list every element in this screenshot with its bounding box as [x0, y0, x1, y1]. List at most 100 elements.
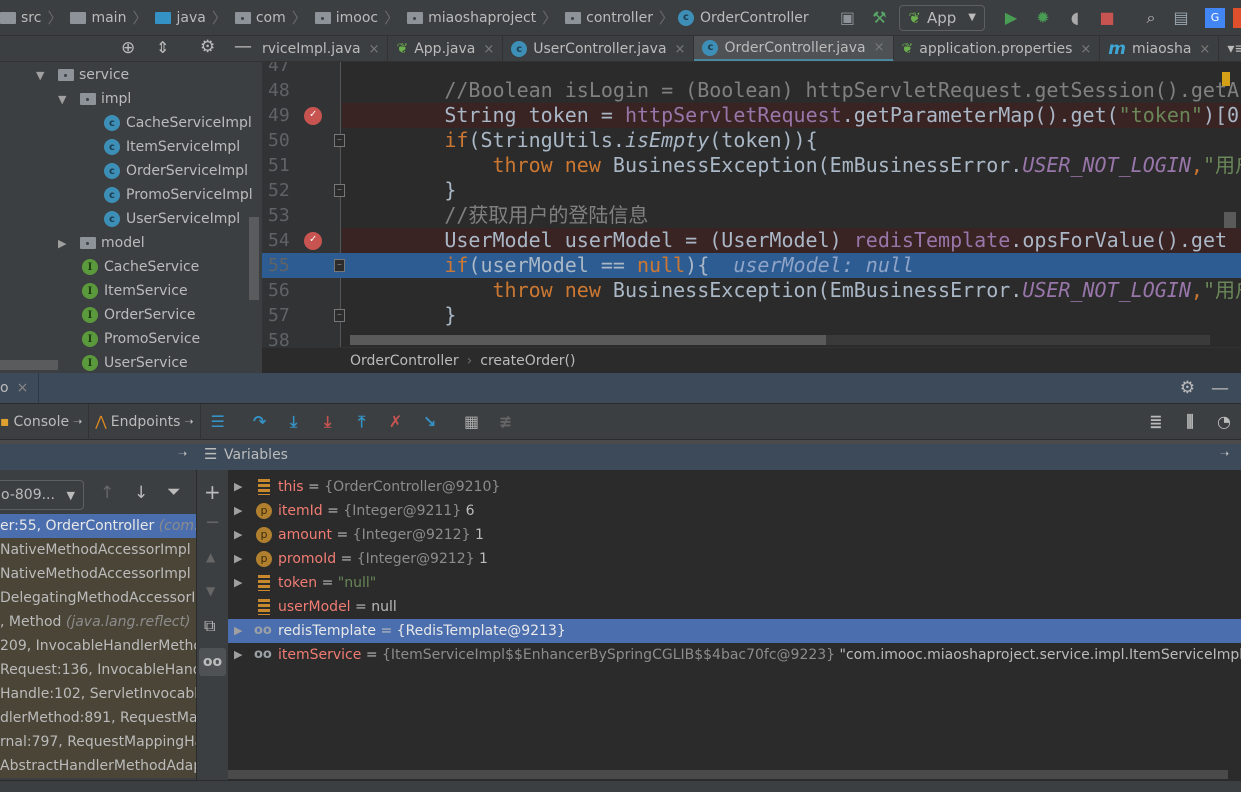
breadcrumb-class[interactable]: OrderController [350, 353, 459, 369]
variable-row[interactable]: ▶ p itemId = {Integer@9211} 6 [228, 499, 1241, 523]
move-up-icon[interactable]: ▲ [206, 550, 215, 564]
breakpoint-icon[interactable]: ✓ [304, 107, 322, 125]
filter-icon[interactable]: ⏷ [167, 482, 181, 502]
expand-arrow-icon[interactable]: ▶ [234, 499, 242, 523]
duplicate-watch-icon[interactable]: ⧉ [204, 616, 215, 636]
stack-frame[interactable]: AbstractHandlerMethodAdapter [0, 754, 196, 778]
trace-stream-icon[interactable]: ≢ [489, 404, 523, 440]
tree-item[interactable]: I OrderService [82, 303, 196, 327]
stack-frame[interactable]: 209, InvocableHandlerMethod [0, 634, 196, 658]
tree-horizontal-scrollbar[interactable] [0, 360, 58, 370]
breadcrumb-method[interactable]: createOrder() [480, 353, 575, 369]
tree-item[interactable]: I ItemService [82, 279, 188, 303]
editor-tab[interactable]: c UserController.java × [503, 36, 695, 61]
minimize-icon[interactable]: — [234, 36, 252, 57]
tree-item[interactable]: ▼ service [36, 63, 129, 87]
editor-scrollbar-thumb[interactable] [350, 335, 826, 345]
run-icon[interactable]: ▶ [999, 6, 1023, 30]
build-hammer-icon[interactable]: ⚒ [867, 6, 891, 30]
stack-frame[interactable]: NativeMethodAccessorImpl (sun [0, 562, 196, 586]
fold-marker-icon[interactable]: − [334, 134, 345, 147]
breadcrumb-item[interactable]: com [231, 10, 286, 26]
tab-overflow-button[interactable]: ▾≡4 [1219, 36, 1241, 61]
stop-icon[interactable]: ■ [1095, 6, 1119, 30]
drop-frame-icon[interactable]: ✗ [379, 404, 413, 440]
restore-layout-icon[interactable]: ≣ [1139, 404, 1173, 440]
editor-tab[interactable]: m miaosha × [1100, 36, 1220, 61]
breadcrumb-item[interactable]: main [66, 10, 126, 26]
editor-tab[interactable]: ❦ App.java × [388, 36, 504, 61]
project-structure-icon[interactable]: ▤ [1169, 6, 1193, 30]
close-icon[interactable]: × [874, 40, 885, 55]
stack-frame[interactable]: NativeMethodAccessorImpl [0, 538, 196, 562]
expand-arrow-icon[interactable]: ▶ [234, 475, 242, 499]
close-icon[interactable]: × [675, 42, 686, 57]
gear-icon[interactable]: ⚙ [200, 37, 215, 57]
breadcrumb-item[interactable]: java [151, 10, 206, 26]
expanded-arrow-icon[interactable]: ▼ [58, 93, 76, 106]
minimize-icon[interactable]: — [1211, 378, 1229, 399]
previous-frame-icon[interactable]: ↑ [100, 483, 114, 503]
collapsed-arrow-icon[interactable]: ▶ [58, 237, 76, 250]
step-over-icon[interactable]: ↷ [243, 404, 277, 440]
expand-arrow-icon[interactable]: ▶ [234, 547, 242, 571]
fold-marker-icon[interactable]: − [334, 184, 345, 197]
tree-item[interactable]: c OrderServiceImpl [104, 159, 248, 183]
breadcrumb-item[interactable]: controller [561, 10, 653, 26]
add-watch-icon[interactable]: + [204, 480, 221, 504]
locate-icon[interactable]: ⊕ [121, 38, 135, 58]
stack-frame[interactable]: DelegatingMethodAccessorImpl [0, 586, 196, 610]
variables-horizontal-scrollbar[interactable] [228, 770, 1228, 779]
variable-row[interactable]: ▶ p amount = {Integer@9212} 1 [228, 523, 1241, 547]
endpoints-tab[interactable]: ⋀ Endpoints ➝ [89, 403, 201, 440]
expand-arrow-icon[interactable]: ▶ [234, 571, 242, 595]
collapse-all-icon[interactable]: ⇕ [156, 38, 169, 57]
plugin-icon[interactable] [1233, 7, 1241, 28]
debug-bug-icon[interactable]: ✹ [1031, 6, 1055, 30]
expand-arrow-icon[interactable]: ▶ [234, 619, 242, 643]
close-icon[interactable]: × [17, 380, 29, 396]
stack-frame[interactable]: dlerMethod:891, RequestMappingHandlerAda… [0, 706, 196, 730]
tree-item[interactable]: I UserService [82, 351, 188, 373]
pin-icon[interactable]: ➝ [1220, 447, 1229, 460]
search-icon[interactable]: ⌕ [1139, 6, 1163, 30]
editor-tab[interactable]: rviceImpl.java × [262, 36, 389, 61]
fold-marker-icon[interactable]: − [334, 309, 345, 322]
variable-row[interactable]: ▶ p promoId = {Integer@9212} 1 [228, 547, 1241, 571]
terminal-icon[interactable]: ▣ [835, 6, 859, 30]
gear-icon[interactable]: ⚙ [1180, 378, 1195, 398]
translate-icon[interactable]: G [1205, 7, 1225, 28]
stack-frame[interactable]: rnal:797, RequestMappingHandlerAdapter [0, 730, 196, 754]
pin-icon[interactable]: ➝ [73, 415, 82, 428]
run-to-cursor-icon[interactable]: ↘ [413, 404, 447, 440]
debug-session-tab[interactable]: o × [0, 373, 40, 403]
variable-row[interactable]: ▶ this = {OrderController@9210} [228, 475, 1241, 499]
variable-row[interactable]: ▶ oo itemService = {ItemServiceImpl$$Enhan… [228, 643, 1241, 667]
variable-row[interactable]: userModel = null [228, 595, 1241, 619]
console-tab[interactable]: ▪ Console ➝ [0, 403, 90, 440]
tree-item[interactable]: ▼ impl [58, 87, 131, 111]
breadcrumb-item[interactable]: src [0, 10, 41, 26]
stack-frame[interactable]: Request:136, InvocableHandlerMethod [0, 658, 196, 682]
step-into-icon[interactable]: ⤓ [277, 404, 311, 440]
tree-item[interactable]: I PromoService [82, 327, 200, 351]
tree-item[interactable]: I CacheService [82, 255, 199, 279]
tree-item[interactable]: c PromoServiceImpl [104, 183, 253, 207]
breadcrumb-item[interactable]: c OrderController [677, 9, 809, 26]
run-configuration-select[interactable]: ❦ App ▼ [899, 4, 985, 31]
close-icon[interactable]: × [369, 42, 380, 57]
editor-tab[interactable]: c OrderController.java × [694, 36, 894, 61]
step-out-icon[interactable]: ⤒ [345, 404, 379, 440]
run-with-coverage-icon[interactable]: ◖ [1063, 6, 1087, 30]
tree-item[interactable]: c UserServiceImpl [104, 207, 240, 231]
code-editor[interactable]: 47 48 //Boolean isLogin = (Boolean) httpS… [262, 62, 1241, 347]
variable-row[interactable]: ▶ oo redisTemplate = {RedisTemplate@9213} [228, 619, 1241, 643]
close-icon[interactable]: × [1080, 42, 1091, 57]
thread-select[interactable]: o-809... ▼ [0, 480, 84, 510]
force-step-into-icon[interactable]: ⤓ [311, 404, 345, 440]
pin-icon[interactable]: ➝ [178, 447, 187, 460]
pin-icon[interactable]: ➝ [184, 415, 193, 428]
show-watches-toggle[interactable]: oo [199, 648, 226, 676]
expand-arrow-icon[interactable]: ▶ [234, 643, 242, 667]
memory-icon[interactable]: ◔ [1207, 404, 1241, 440]
